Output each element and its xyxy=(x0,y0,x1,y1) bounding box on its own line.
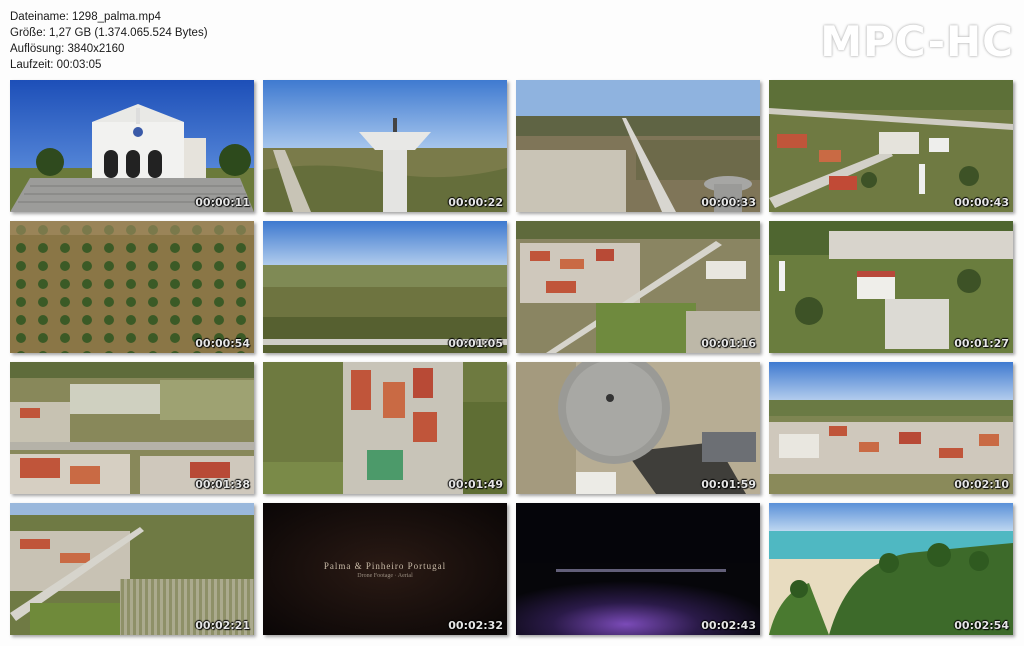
file-info: Dateiname: 1298_palma.mp4 Größe: 1,27 GB… xyxy=(10,9,208,73)
timestamp: 00:02:54 xyxy=(954,619,1009,632)
title-card-subtitle: Drone Footage · Aerial xyxy=(357,573,413,579)
timestamp: 00:01:59 xyxy=(701,478,756,491)
thumbnail[interactable]: 00:01:27 xyxy=(769,221,1013,353)
street-grid-frame xyxy=(263,362,507,494)
town-aerial-frame xyxy=(516,221,760,353)
landscape-frame xyxy=(263,221,507,353)
timestamp: 00:01:16 xyxy=(701,337,756,350)
dark-glow-frame xyxy=(516,503,760,635)
duration-text: Laufzeit: 00:03:05 xyxy=(10,59,102,71)
thumbnail[interactable]: 00:00:43 xyxy=(769,80,1013,212)
town-fields-frame xyxy=(10,362,254,494)
thumbnail[interactable]: 00:00:11 xyxy=(10,80,254,212)
timestamp: 00:01:27 xyxy=(954,337,1009,350)
thumbnail[interactable]: 00:01:16 xyxy=(516,221,760,353)
thumbnail[interactable]: 00:01:59 xyxy=(516,362,760,494)
thumbnail[interactable]: 00:01:38 xyxy=(10,362,254,494)
beach-palms-frame xyxy=(769,503,1013,635)
timestamp: 00:02:21 xyxy=(195,619,250,632)
timestamp: 00:01:38 xyxy=(195,478,250,491)
thumbnail[interactable]: 00:01:05 xyxy=(263,221,507,353)
thumbnail[interactable]: 00:02:54 xyxy=(769,503,1013,635)
timestamp: 00:01:05 xyxy=(448,337,503,350)
mpc-hc-logo: MPC-HC xyxy=(820,17,1014,66)
water-tower-frame xyxy=(263,80,507,212)
thumbnail[interactable]: 00:00:54 xyxy=(10,221,254,353)
thumbnail[interactable]: 00:01:49 xyxy=(263,362,507,494)
thumbnail[interactable]: 00:02:10 xyxy=(769,362,1013,494)
timestamp: 00:00:43 xyxy=(954,196,1009,209)
timestamp: 00:00:33 xyxy=(701,196,756,209)
timestamp: 00:01:49 xyxy=(448,478,503,491)
thumbnail[interactable]: Palma & Pinheiro Portugal Drone Footage … xyxy=(263,503,507,635)
filesize-text: Größe: 1,27 GB (1.374.065.524 Bytes) xyxy=(10,27,208,39)
orchard-rows-frame xyxy=(10,221,254,353)
timestamp: 00:02:43 xyxy=(701,619,756,632)
title-card-title: Palma & Pinheiro Portugal xyxy=(323,561,447,571)
town-horizon-frame xyxy=(769,362,1013,494)
filename-text: Dateiname: 1298_palma.mp4 xyxy=(10,11,161,23)
timestamp: 00:02:10 xyxy=(954,478,1009,491)
thumbnail[interactable]: 00:00:22 xyxy=(263,80,507,212)
church-frame xyxy=(10,80,254,212)
thumbnail[interactable]: 00:02:21 xyxy=(10,503,254,635)
church-aerial-frame xyxy=(769,221,1013,353)
timestamp: 00:00:11 xyxy=(195,196,250,209)
farmland-frame xyxy=(10,503,254,635)
resolution-text: Auflösung: 3840x2160 xyxy=(10,43,125,55)
thumbnail[interactable]: 00:00:33 xyxy=(516,80,760,212)
timestamp: 00:02:32 xyxy=(448,619,503,632)
village-aerial-frame xyxy=(769,80,1013,212)
thumbnail[interactable]: 00:02:43 xyxy=(516,503,760,635)
road-field-frame xyxy=(516,80,760,212)
timestamp: 00:00:54 xyxy=(195,337,250,350)
tower-top-frame xyxy=(516,362,760,494)
timestamp: 00:00:22 xyxy=(448,196,503,209)
